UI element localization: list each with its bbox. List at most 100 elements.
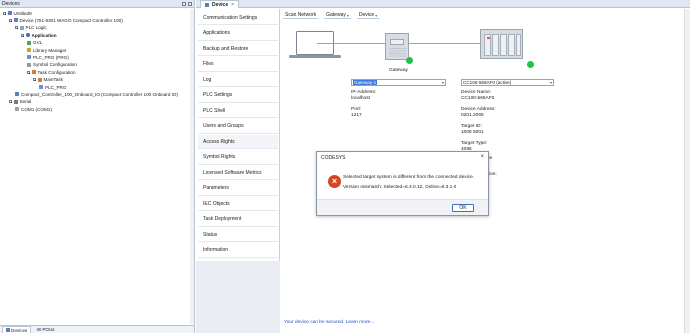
expand-toggle-icon[interactable] (21, 33, 24, 37)
chevron-down-icon: ▾ (346, 12, 349, 18)
com-port-icon (15, 107, 19, 112)
pin-icon[interactable] (182, 1, 186, 6)
devices-pane-header: Devices (0, 0, 194, 8)
tab-label: Device (212, 1, 229, 8)
tree-item[interactable]: Untitled9 (3, 10, 32, 16)
device-icon (205, 2, 209, 7)
nav-item[interactable]: Information (198, 244, 278, 258)
device-menu-label: Device (358, 12, 375, 18)
gateway-menu[interactable]: Gateway ▾ (324, 12, 351, 19)
nav-item[interactable]: Backup and Restore (198, 42, 278, 56)
pous-tab-icon (37, 327, 41, 332)
nav-item[interactable]: Parameters (198, 182, 278, 196)
dialog-body: × Selected target system is different fr… (317, 163, 488, 201)
gateway-select[interactable]: Gateway-1 ▾ (351, 79, 446, 86)
dialog-footer: OK (317, 199, 488, 215)
device-menu[interactable]: Device ▾ (356, 12, 380, 19)
tree-item[interactable]: Serial (9, 99, 31, 105)
gateway-icon (385, 33, 409, 60)
plc-logic-icon (19, 25, 24, 30)
devices-tab-icon (6, 328, 10, 332)
dialog-message-line2: Version mismatch: Selected=6.3.0.12, Onl… (343, 185, 457, 190)
tree-item[interactable]: PLC Logic (15, 25, 47, 31)
footer-tab-devices[interactable]: Devices (2, 326, 32, 333)
nav-item[interactable]: Access Rights (198, 135, 278, 149)
device-editor-nav: Communication Settings Applications Backup… (196, 9, 280, 333)
expand-toggle-icon[interactable] (27, 70, 30, 74)
tree-item[interactable]: PLC_PRG (PRG) (27, 54, 69, 60)
nav-item[interactable]: Files (198, 58, 278, 72)
nav-item[interactable]: PLC Settings (198, 89, 278, 103)
io-icon (15, 92, 19, 97)
nav-item[interactable]: Task Deployment (198, 213, 278, 227)
tree-item[interactable]: Symbol Configuration (27, 62, 77, 68)
controller-icon (480, 29, 523, 59)
scan-network-button[interactable]: Scan Network (283, 12, 319, 19)
dialog-title: CODESYS (321, 155, 346, 161)
footer-tab-pous[interactable]: POUs (34, 326, 57, 333)
tab-device[interactable]: Device × (200, 0, 240, 8)
tree-item[interactable]: PLC_PRG (39, 84, 66, 90)
gateway-ip-value: localhost (351, 96, 370, 101)
close-icon[interactable]: × (480, 154, 484, 160)
expand-toggle-icon[interactable] (33, 78, 36, 82)
tree-scrollbar[interactable] (190, 9, 194, 324)
close-pane-icon[interactable] (188, 1, 192, 6)
gateway-status-dot (406, 57, 413, 64)
device-status-dot (527, 61, 534, 68)
expand-toggle-icon[interactable] (3, 11, 6, 15)
gateway-label: Gateway (389, 68, 408, 73)
tree-item-label: PLC_PRG (45, 84, 67, 90)
tree-item[interactable]: Application (21, 32, 57, 38)
tree-item[interactable]: COM1 (COM1) (15, 106, 52, 112)
device-select[interactable]: CC100-566AF0 (active) ▾ (461, 79, 554, 86)
close-tab-icon[interactable]: × (231, 2, 234, 8)
nav-item[interactable]: Users and Groups (198, 120, 278, 134)
tree-item-label: Compact_Controller_100_Onboard_IO (Compa… (21, 91, 179, 97)
nav-item[interactable]: Status (198, 228, 278, 242)
ok-button[interactable]: OK (452, 204, 474, 212)
tree-item-label: Untitled9 (13, 10, 32, 16)
connection-line (317, 43, 385, 44)
tree-item[interactable]: GVL (27, 40, 42, 46)
tree-item-label: Library Manager (33, 47, 67, 53)
footer-tab-label: POUs (42, 327, 55, 332)
gateway-select-value: Gateway-1 (353, 80, 378, 85)
nav-item[interactable]: PLC Shell (198, 104, 278, 118)
nav-item[interactable]: Communication Settings (198, 11, 278, 25)
tree-item-label: Device (751-9301 WAGO Compact Controller… (19, 17, 123, 23)
nav-item[interactable]: Applications (198, 27, 278, 41)
tree-item-label: PLC Logic (25, 25, 47, 31)
tree-item[interactable]: Library Manager (27, 47, 66, 53)
partial-text: ion: (489, 172, 497, 177)
tree-item[interactable]: Device (751-9301 WAGO Compact Controller… (9, 17, 123, 23)
tree-item-label: Symbol Configuration (33, 62, 77, 68)
serial-icon (13, 99, 18, 104)
program-icon (39, 85, 43, 89)
tree-item-label: Task Configuration (37, 69, 76, 75)
dialog-message-line1: Selected target system is different from… (343, 175, 475, 180)
expand-toggle-icon[interactable] (9, 100, 12, 104)
editor-scrollbar[interactable] (684, 9, 690, 333)
target-id-value: 1006 5001 (461, 130, 484, 135)
nav-item[interactable]: Licensed Software Metrics (198, 166, 278, 180)
nav-item[interactable]: IEC Objects (198, 197, 278, 211)
document-tab-bar: Device × (196, 0, 690, 8)
tree-item[interactable]: Task Configuration (27, 69, 76, 75)
device-select-value: CC100-566AF0 (active) (463, 80, 512, 85)
nav-item[interactable]: Log (198, 73, 278, 87)
tree-item-label: GVL (33, 40, 43, 46)
secure-device-link[interactable]: Your device can be secured. Learn more..… (284, 320, 374, 325)
tree-item-label: COM1 (COM1) (21, 106, 52, 112)
connection-line (409, 43, 480, 44)
device-name-value: CC100-566AF0 (461, 96, 495, 101)
task-config-icon (31, 70, 36, 75)
footer-tab-label: Devices (11, 327, 28, 333)
tree-item[interactable]: MainTask (33, 77, 63, 83)
devices-pane: Devices Untitled9 Device (751-9301 WAGO C… (0, 0, 195, 333)
expand-toggle-icon[interactable] (9, 18, 12, 22)
tree-item[interactable]: Compact_Controller_100_Onboard_IO (Compa… (15, 91, 178, 97)
nav-item[interactable]: Symbol Rights (198, 151, 278, 165)
devices-pane-footer: Devices POUs (0, 325, 194, 333)
expand-toggle-icon[interactable] (15, 26, 18, 30)
